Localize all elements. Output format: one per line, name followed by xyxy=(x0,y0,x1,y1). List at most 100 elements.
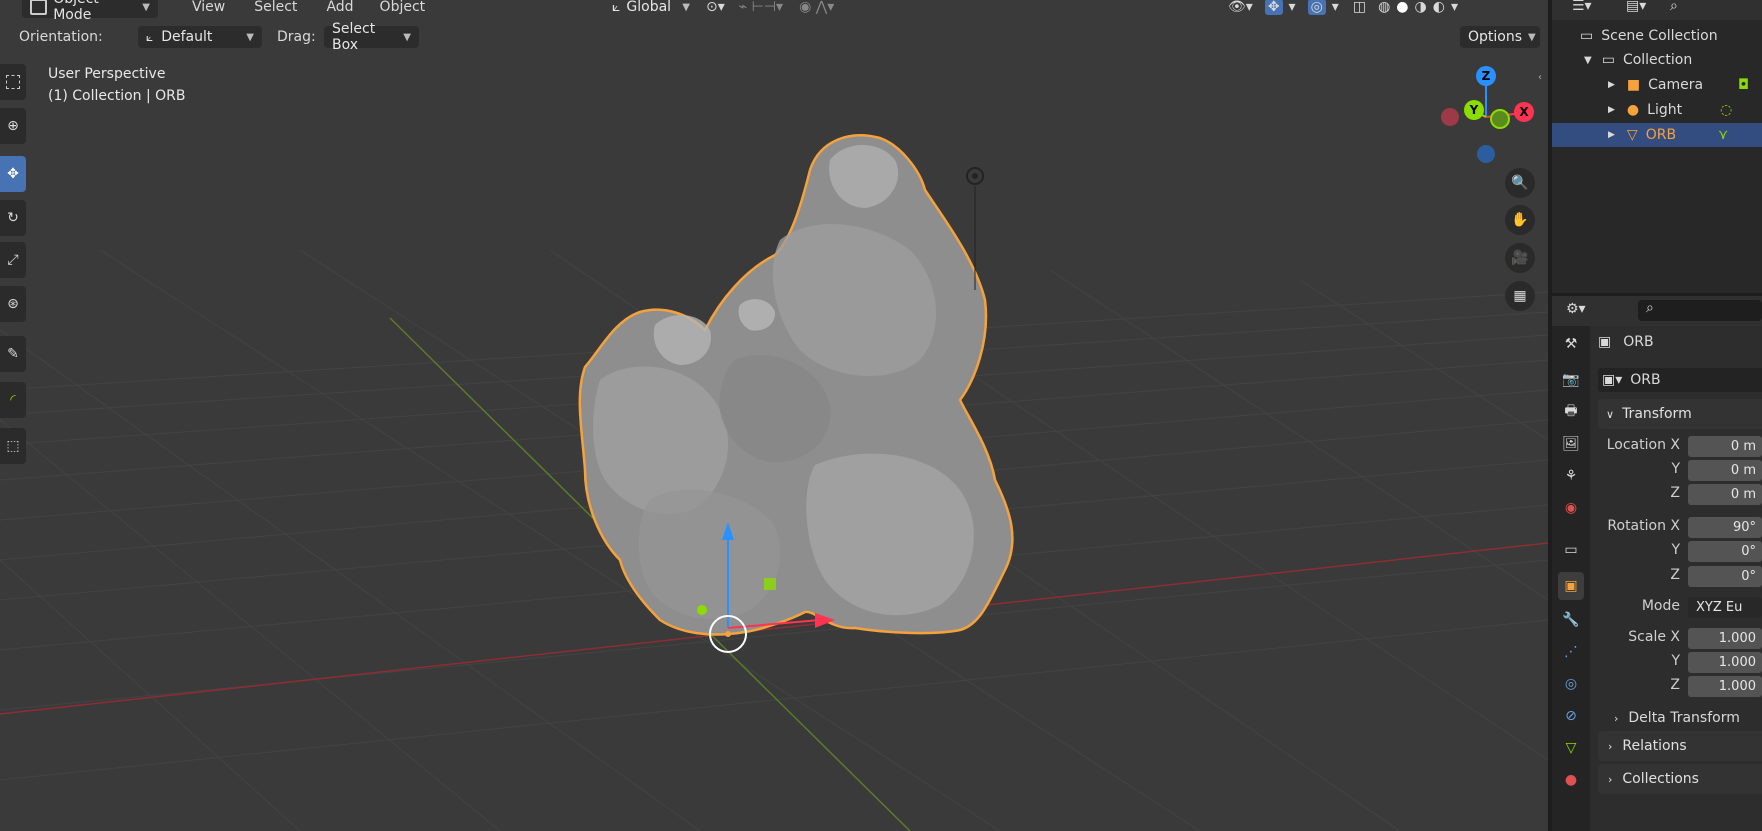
pan-button[interactable]: ✋ xyxy=(1505,205,1535,235)
rotation-y-label: Y xyxy=(1671,542,1680,558)
gizmo-x-axis[interactable]: X xyxy=(1514,102,1534,122)
display-mode-icon[interactable]: ☰▾ xyxy=(1572,0,1592,14)
viewport-shading-controls: 👁▾ ✥ ▾ ◎ ▾ ◫ ◍ ● ◑ ◐ ▾ xyxy=(1228,0,1458,15)
relations-panel-header[interactable]: › Relations xyxy=(1598,731,1762,761)
location-x-field[interactable]: 0 m xyxy=(1688,436,1762,457)
orb-mesh[interactable] xyxy=(578,134,1014,636)
tab-material[interactable]: ● xyxy=(1558,766,1584,794)
wireframe-shading-icon[interactable]: ◍ xyxy=(1378,0,1390,15)
scale-y-field[interactable]: 1.000 xyxy=(1688,652,1762,673)
navigation-gizmo[interactable]: Z Y X xyxy=(1436,64,1546,174)
xray-icon[interactable]: ◫ xyxy=(1353,0,1366,15)
chevron-down-icon: ▼ xyxy=(403,31,411,43)
overlay-toggle-icon[interactable]: ◎ xyxy=(1307,0,1326,15)
mode-selector[interactable]: Object Mode ▼ xyxy=(22,0,158,23)
outliner-item-camera[interactable]: ▶ ■ Camera ◘ xyxy=(1552,73,1762,97)
expand-arrow-icon[interactable]: ▼ xyxy=(1584,55,1592,66)
editor-type-icon[interactable]: ⚙▾ xyxy=(1566,301,1586,317)
chevron-down-icon[interactable]: ▾ xyxy=(1451,0,1458,15)
zoom-button[interactable]: 🔍 xyxy=(1505,168,1535,198)
tab-world[interactable]: ◉ xyxy=(1558,494,1584,522)
transform-panel-header[interactable]: ∨ Transform xyxy=(1598,399,1762,429)
rotation-z-field[interactable]: 0° xyxy=(1688,566,1762,587)
tab-view-layer[interactable]: 🖼 xyxy=(1558,430,1584,458)
object-icon: ▣ xyxy=(1598,334,1612,350)
menu-select[interactable]: Select xyxy=(254,0,297,15)
drag-dropdown[interactable]: Select Box ▼ xyxy=(324,21,419,53)
move-icon: ✥ xyxy=(7,166,19,182)
measure-tool[interactable]: ◜ xyxy=(0,382,26,418)
rotation-y-field[interactable]: 0° xyxy=(1688,541,1762,562)
annotate-tool[interactable]: ✎ xyxy=(0,336,26,372)
material-shading-icon[interactable]: ◑ xyxy=(1415,0,1427,15)
chevron-down-icon: ▼ xyxy=(682,1,690,13)
chevron-right-icon: › xyxy=(1608,772,1613,786)
object-name-row: ▣ ORB xyxy=(1598,334,1654,350)
pivot-icon[interactable]: ⊙▾ xyxy=(706,0,725,15)
rendered-shading-icon[interactable]: ◐ xyxy=(1433,0,1445,15)
transform-header-label: Transform xyxy=(1622,406,1692,422)
location-y-label: Y xyxy=(1671,461,1680,477)
delta-transform-subpanel[interactable]: › Delta Transform xyxy=(1614,710,1740,726)
expand-arrow-icon[interactable]: ▶ xyxy=(1608,105,1615,115)
location-z-field[interactable]: 0 m xyxy=(1688,484,1762,505)
expand-arrow-icon[interactable]: ▶ xyxy=(1608,80,1615,90)
transform-orientation-dropdown[interactable]: ⟀ Global ▼ xyxy=(604,0,698,18)
select-box-tool[interactable] xyxy=(0,64,26,100)
tab-collection[interactable]: ▭ xyxy=(1558,536,1584,564)
gizmo-z-axis[interactable]: Z xyxy=(1476,66,1496,86)
rotation-x-field[interactable]: 90° xyxy=(1688,517,1762,538)
expand-arrow-icon[interactable]: ▶ xyxy=(1608,130,1615,140)
solid-shading-icon[interactable]: ● xyxy=(1396,0,1408,15)
snap-icon[interactable]: ⌁ ⊢⊣▾ xyxy=(739,0,783,15)
filter-icon[interactable]: ▤▾ xyxy=(1626,0,1646,14)
tab-output[interactable]: 🖶 xyxy=(1558,398,1584,426)
tab-render[interactable]: 📷 xyxy=(1558,366,1584,394)
gizmo-toggle-icon[interactable]: ✥ xyxy=(1264,0,1283,15)
outliner-scene-collection[interactable]: ▭ Scene Collection xyxy=(1552,24,1762,48)
properties-search-input[interactable]: ⌕ xyxy=(1638,300,1762,321)
move-tool[interactable]: ✥ xyxy=(0,156,26,192)
sidebar-toggle-icon[interactable]: ‹ xyxy=(1538,72,1542,83)
tab-physics[interactable]: ◎ xyxy=(1558,670,1584,698)
outliner-item-orb[interactable]: ▶ ▽ ORB ⋎ xyxy=(1552,123,1762,147)
outliner-item-light[interactable]: ▶ ● Light ◌ xyxy=(1552,98,1762,122)
menu-view[interactable]: View xyxy=(192,0,225,15)
add-cube-tool[interactable]: ⬚ xyxy=(0,428,26,464)
object-datablock-field[interactable]: ▣▾ ORB xyxy=(1598,368,1762,392)
scale-tool[interactable]: ⤢ xyxy=(0,242,26,278)
mesh-data-icon[interactable]: ⋎ xyxy=(1718,127,1728,143)
collections-panel-header[interactable]: › Collections xyxy=(1598,764,1762,794)
tab-tool[interactable]: ⚒ xyxy=(1558,330,1584,358)
outliner-collection[interactable]: ▼ ▭ Collection xyxy=(1552,48,1762,72)
proportional-editing-icon[interactable]: ◉ ⋀▾ xyxy=(799,0,834,15)
tab-particles[interactable]: ⋰ xyxy=(1558,638,1584,666)
rotation-mode-dropdown[interactable]: XYZ Eu xyxy=(1688,597,1762,618)
orientation-dropdown[interactable]: ⟀ Default ▼ xyxy=(138,26,262,48)
tab-modifiers[interactable]: 🔧 xyxy=(1558,606,1584,634)
perspective-toggle-button[interactable]: ▦ xyxy=(1505,281,1535,311)
scale-x-field[interactable]: 1.000 xyxy=(1688,628,1762,649)
tab-scene[interactable]: ⚘ xyxy=(1558,462,1584,490)
visibility-icon[interactable]: 👁▾ xyxy=(1228,0,1253,15)
chevron-down-icon: ∨ xyxy=(1606,407,1615,421)
cursor-tool[interactable]: ⊕ xyxy=(0,108,26,144)
search-icon[interactable]: ⌕ xyxy=(1670,0,1678,14)
transform-tool[interactable]: ⊛ xyxy=(0,286,26,322)
outliner-light-label: Light xyxy=(1647,102,1683,118)
menu-object[interactable]: Object xyxy=(380,0,426,15)
scale-z-field[interactable]: 1.000 xyxy=(1688,676,1762,697)
options-dropdown[interactable]: Options ▼ xyxy=(1460,26,1540,48)
tab-data[interactable]: ▽ xyxy=(1558,734,1584,762)
location-y-field[interactable]: 0 m xyxy=(1688,460,1762,481)
camera-data-icon[interactable]: ◘ xyxy=(1738,77,1749,93)
light-data-icon[interactable]: ◌ xyxy=(1720,102,1732,118)
rotate-tool[interactable]: ↻ xyxy=(0,200,26,236)
menu-add[interactable]: Add xyxy=(326,0,353,15)
tab-constraints[interactable]: ⊘ xyxy=(1558,702,1584,730)
gizmo-y-axis[interactable]: Y xyxy=(1464,100,1484,120)
camera-view-button[interactable]: 🎥 xyxy=(1505,243,1535,273)
select-box-icon xyxy=(6,75,20,89)
3d-viewport[interactable]: Object Mode ▼ View Select Add Object ⟀ G… xyxy=(0,0,1548,831)
tab-object[interactable]: ▣ xyxy=(1558,572,1584,600)
